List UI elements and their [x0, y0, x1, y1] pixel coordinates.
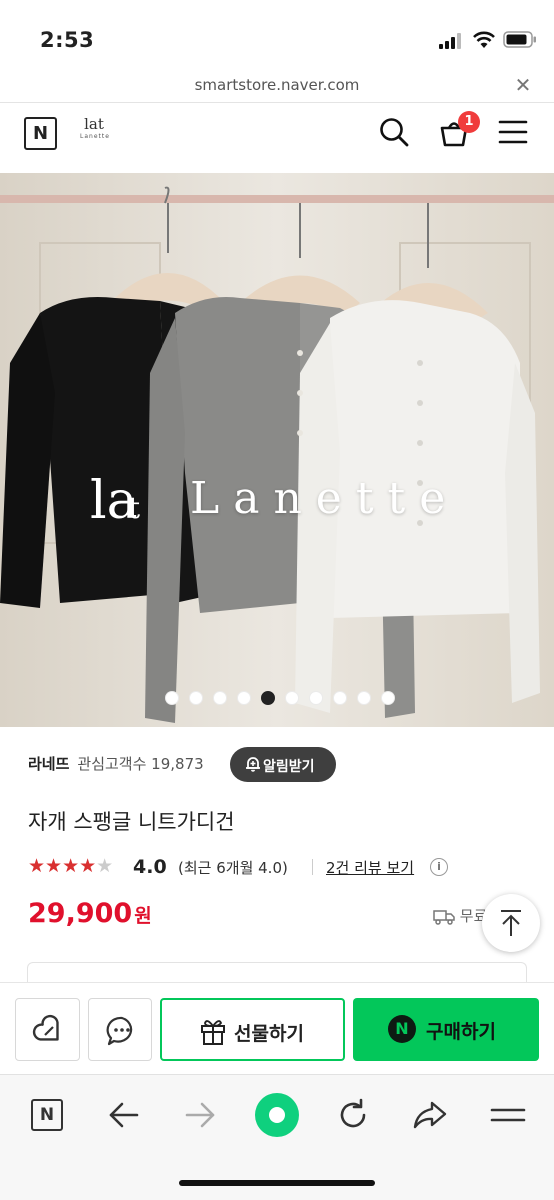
carousel-dot[interactable]: [213, 691, 227, 705]
chat-bubble-icon: [106, 1016, 133, 1046]
status-bar: 2:53: [0, 0, 554, 70]
carousel-dot[interactable]: [261, 691, 275, 705]
info-icon[interactable]: i: [430, 858, 448, 876]
cart-count-badge: 1: [458, 111, 480, 133]
gift-label: 선물하기: [234, 1023, 304, 1045]
browser-menu-button[interactable]: [488, 1095, 528, 1135]
carousel-dot[interactable]: [165, 691, 179, 705]
reload-button[interactable]: [333, 1095, 373, 1135]
gift-button[interactable]: 선물하기: [160, 998, 345, 1061]
rating-score: 4.0: [133, 856, 167, 878]
close-icon[interactable]: ✕: [512, 74, 534, 96]
carousel-dot[interactable]: [357, 691, 371, 705]
divider: [312, 859, 313, 875]
carousel-dot[interactable]: [285, 691, 299, 705]
green-dot-center: [269, 1107, 285, 1123]
price-value: 29,900: [28, 898, 133, 929]
stars-filled: ★★★★: [28, 855, 97, 877]
heart-tag-icon: [32, 1014, 59, 1041]
carousel-dot[interactable]: [333, 691, 347, 705]
store-logo-mark: lat: [84, 115, 104, 133]
arrow-left-icon: [109, 1102, 139, 1128]
naver-pay-icon: N: [388, 1015, 416, 1043]
zzim-button[interactable]: [15, 998, 80, 1061]
forward-button[interactable]: [181, 1095, 221, 1135]
store-logo-sub: Lanette: [80, 133, 110, 140]
battery-icon: [503, 31, 536, 48]
favorites-count: 관심고객수 19,873: [77, 755, 204, 773]
green-dot-button[interactable]: [255, 1093, 299, 1137]
reviews-link[interactable]: 2건 리뷰 보기: [326, 857, 414, 878]
wifi-icon: [473, 31, 495, 48]
carousel-dot[interactable]: [381, 691, 395, 705]
home-indicator[interactable]: [179, 1180, 375, 1186]
share-arrow-icon: [413, 1101, 447, 1129]
url-bar[interactable]: smartstore.naver.com ✕: [0, 70, 554, 102]
gift-icon: [201, 1020, 225, 1045]
hero-brand-text: Lanette: [190, 473, 460, 524]
menu-icon[interactable]: [498, 119, 528, 145]
svg-text:t: t: [128, 491, 140, 526]
star-rating: ★★★★★: [28, 855, 113, 877]
talk-button[interactable]: [88, 998, 152, 1061]
scroll-top-button[interactable]: [482, 894, 540, 952]
recent-rating: (최근 6개월 4.0): [178, 859, 288, 877]
store-header: N lat Lanette 1: [0, 103, 554, 173]
alarm-button[interactable]: 알림받기: [230, 747, 336, 782]
menu-icon: [490, 1108, 526, 1122]
search-icon[interactable]: [379, 117, 409, 147]
bell-plus-icon: [246, 757, 260, 772]
signal-icon: [439, 33, 461, 49]
store-logo[interactable]: lat Lanette: [80, 115, 110, 149]
buy-button[interactable]: N 구매하기: [353, 998, 539, 1061]
truck-icon: [433, 909, 455, 925]
naver-logo-button[interactable]: N: [24, 117, 57, 150]
product-photo: la t: [0, 173, 554, 727]
back-button[interactable]: [103, 1095, 143, 1135]
shipping-info: 무료: [433, 905, 487, 926]
naver-home-button[interactable]: N: [27, 1095, 67, 1135]
alarm-label: 알림받기: [263, 759, 315, 775]
buy-label: 구매하기: [426, 1021, 496, 1043]
purchase-action-bar: 선물하기 N 구매하기: [0, 982, 554, 1074]
price-currency: 원: [134, 905, 152, 927]
carousel-dot[interactable]: [309, 691, 323, 705]
product-image-carousel[interactable]: la t Lanette: [0, 173, 554, 727]
url-text[interactable]: smartstore.naver.com: [0, 76, 554, 94]
product-title: 자개 스팽글 니트가디건: [28, 810, 235, 834]
product-price: 29,900 원: [28, 898, 152, 929]
arrow-right-icon: [185, 1102, 215, 1128]
carousel-dot[interactable]: [237, 691, 251, 705]
carousel-dots: [0, 691, 554, 707]
stars-empty: ★: [96, 855, 114, 877]
share-button[interactable]: [410, 1095, 450, 1135]
naver-n-icon: N: [31, 1099, 63, 1131]
arrow-up-icon: [501, 910, 521, 936]
reload-icon: [340, 1098, 366, 1128]
carousel-dot[interactable]: [189, 691, 203, 705]
status-time: 2:53: [40, 28, 95, 52]
store-name[interactable]: 라네뜨: [28, 755, 69, 773]
store-info: 라네뜨 관심고객수 19,873: [28, 753, 204, 774]
